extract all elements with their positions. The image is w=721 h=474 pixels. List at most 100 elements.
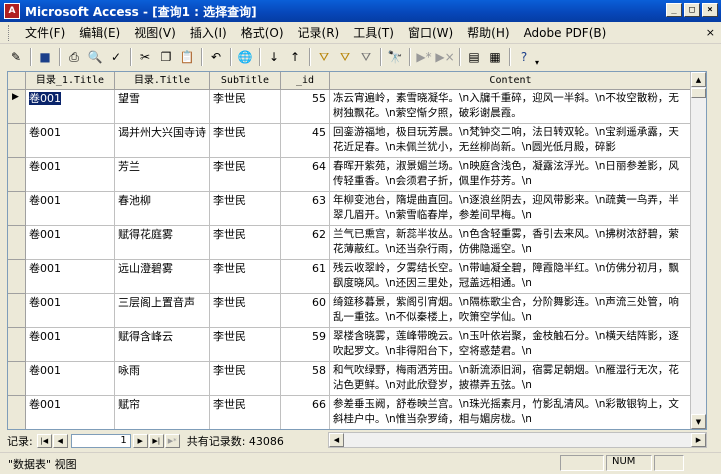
record-selector[interactable] [8,226,26,260]
database-window-icon[interactable]: ▤ [464,47,484,67]
delete-record-icon[interactable]: ▶× [435,47,455,67]
help-icon[interactable]: ? [514,47,534,67]
cell-c2[interactable]: 赋帘 [115,396,210,429]
next-record-button[interactable]: ▶ [132,434,148,448]
copy-icon[interactable]: ❐ [156,47,176,67]
menu-tools[interactable]: 工具(T) [346,22,401,43]
scroll-right-icon[interactable]: ▶ [691,433,706,447]
cell-content[interactable]: 兰气已熏宫，新蕊半妆丛。\n色含轻重雾，香引去来风。\n拂树浓舒碧，萦花薄蔽红。… [330,226,692,260]
cell-c3[interactable]: 李世民 [210,328,281,362]
cell-c3[interactable]: 李世民 [210,294,281,328]
cell-c2[interactable]: 春池柳 [115,192,210,226]
cell-c3[interactable]: 李世民 [210,90,281,124]
cell-c2[interactable]: 芳兰 [115,158,210,192]
cell-content[interactable]: 残云收翠岭，夕雾结长空。\n带岫凝全碧，障霞隐半红。\n仿佛分初月，飘飖度晓风。… [330,260,692,294]
cell-content[interactable]: 参差垂玉阙，舒卷映兰宫。\n珠光摇素月，竹影乱清风。\n彩散银钩上，文斜桂户中。… [330,396,692,429]
record-selector[interactable] [8,328,26,362]
column-header-c1[interactable]: 目录_1.Title [26,72,115,90]
cell-c1[interactable]: 卷001 [26,294,115,328]
scroll-left-icon[interactable]: ◀ [329,433,344,447]
cell-c1[interactable]: 卷001 [26,192,115,226]
menu-view[interactable]: 视图(V) [127,22,183,43]
cell-c2[interactable]: 三层阁上置音声 [115,294,210,328]
first-record-button[interactable]: |◀ [36,434,52,448]
print-icon[interactable]: ⎙ [64,47,84,67]
column-header-c3[interactable]: SubTitle [210,72,281,90]
menu-grip[interactable] [8,24,12,41]
cell-c2[interactable]: 咏雨 [115,362,210,396]
cell-c2[interactable]: 赋得含峰云 [115,328,210,362]
cell-c1[interactable]: 卷001 [26,124,115,158]
record-selector[interactable] [8,260,26,294]
cell-c3[interactable]: 李世民 [210,260,281,294]
cell-id[interactable]: 59 [281,328,330,362]
cell-c3[interactable]: 李世民 [210,192,281,226]
cell-id[interactable]: 63 [281,192,330,226]
cell-c1[interactable]: 卷001 [26,90,115,124]
vertical-scrollbar[interactable]: ▲ ▼ [690,72,706,429]
cell-id[interactable]: 64 [281,158,330,192]
save-icon[interactable]: ■ [35,47,55,67]
record-selector[interactable] [8,294,26,328]
menu-help[interactable]: 帮助(H) [460,22,516,43]
cell-content[interactable]: 冻云宵遍岭，素雪晓凝华。\n入牖千重碎，迎风一半斜。\n不妆空散粉，无树独飘花。… [330,90,692,124]
horizontal-scrollbar[interactable]: ◀ ▶ [328,432,707,448]
cell-content[interactable]: 春晖开紫苑，淑景媚兰场。\n映庭含浅色，凝露泫浮光。\n日丽参差影，风传轻重香。… [330,158,692,192]
menu-insert[interactable]: 插入(I) [183,22,234,43]
menu-edit[interactable]: 编辑(E) [72,22,127,43]
cell-c1[interactable]: 卷001 [26,328,115,362]
record-selector[interactable] [8,362,26,396]
cell-c1[interactable]: 卷001 [26,158,115,192]
table-row[interactable]: 卷001 三层阁上置音声 李世民 60 绮筵移暮景，紫阁引宵烟。\n隔栋歌尘合，分阶舞影… [8,294,706,328]
maximize-button[interactable]: □ [684,3,700,17]
cell-id[interactable]: 55 [281,90,330,124]
previous-record-button[interactable]: ◀ [52,434,68,448]
cell-c2[interactable]: 赋得花庭雾 [115,226,210,260]
access-app-icon[interactable]: A [4,3,20,19]
cell-id[interactable]: 62 [281,226,330,260]
new-object-icon[interactable]: ▦ [485,47,505,67]
menu-format[interactable]: 格式(O) [234,22,291,43]
cell-c3[interactable]: 李世民 [210,158,281,192]
table-row[interactable]: 卷001 赋得含峰云 李世民 59 翠楼含晓雾，莲峰带晚云。\n玉叶依岩聚，金枝触石分。… [8,328,706,362]
print-preview-icon[interactable]: 🔍 [85,47,105,67]
table-row[interactable]: ▶ 卷001 望雪 李世民 55 冻云宵遍岭，素雪晓凝华。\n入牖千重碎，迎风一半斜。\n… [8,90,706,124]
record-selector[interactable] [8,396,26,429]
cell-c1[interactable]: 卷001 [26,226,115,260]
filter-by-selection-icon[interactable]: ⛛ [314,47,334,67]
cell-id[interactable]: 60 [281,294,330,328]
filter-by-form-icon[interactable]: ⛛ [335,47,355,67]
scroll-down-icon[interactable]: ▼ [691,414,706,429]
spelling-icon[interactable]: ✓ [106,47,126,67]
new-record-button[interactable]: ▶* [164,434,180,448]
cell-c3[interactable]: 李世民 [210,124,281,158]
cell-c3[interactable]: 李世民 [210,396,281,429]
apply-filter-icon[interactable]: ⛛ [356,47,376,67]
corner-select-all[interactable] [8,72,26,90]
cell-content[interactable]: 和气吹绿野，梅雨洒芳田。\n新流添旧涧，宿雾足朝烟。\n雁湿行无次，花沾色更鲜。… [330,362,692,396]
table-row[interactable]: 卷001 远山澄碧雾 李世民 61 残云收翠岭，夕雾结长空。\n带岫凝全碧，障霞隐半红。… [8,260,706,294]
table-row[interactable]: 卷001 芳兰 李世民 64 春晖开紫苑，淑景媚兰场。\n映庭含浅色，凝露泫浮光。\n日… [8,158,706,192]
cell-id[interactable]: 66 [281,396,330,429]
cell-c1[interactable]: 卷001 [26,260,115,294]
cell-c3[interactable]: 李世民 [210,362,281,396]
insert-hyperlink-icon[interactable]: 🌐 [235,47,255,67]
cell-content[interactable]: 翠楼含晓雾，莲峰带晚云。\n玉叶依岩聚，金枝触石分。\n横天结阵影，逐吹起罗文。… [330,328,692,362]
cell-c2[interactable]: 望雪 [115,90,210,124]
cut-icon[interactable]: ✂ [135,47,155,67]
new-record-icon[interactable]: ▶* [414,47,434,67]
column-header-content[interactable]: Content [330,72,692,90]
cell-id[interactable]: 61 [281,260,330,294]
menu-adobe-pdf[interactable]: Adobe PDF(B) [517,24,614,42]
table-row[interactable]: 卷001 赋帘 李世民 66 参差垂玉阙，舒卷映兰宫。\n珠光摇素月，竹影乱清风。\n彩… [8,396,706,429]
cell-id[interactable]: 45 [281,124,330,158]
scroll-thumb[interactable] [691,88,706,98]
cell-c3[interactable]: 李世民 [210,226,281,260]
cell-c2[interactable]: 谒并州大兴国寺诗 [115,124,210,158]
column-header-c2[interactable]: 目录.Title [115,72,210,90]
current-record-input[interactable]: 1 [70,434,131,448]
undo-icon[interactable]: ↶ [206,47,226,67]
table-row[interactable]: 卷001 咏雨 李世民 58 和气吹绿野，梅雨洒芳田。\n新流添旧涧，宿雾足朝烟。\n雁… [8,362,706,396]
table-row[interactable]: 卷001 谒并州大兴国寺诗 李世民 45 回銮游福地，极目玩芳晨。\n梵钟交二响，法日转… [8,124,706,158]
cell-c1[interactable]: 卷001 [26,362,115,396]
